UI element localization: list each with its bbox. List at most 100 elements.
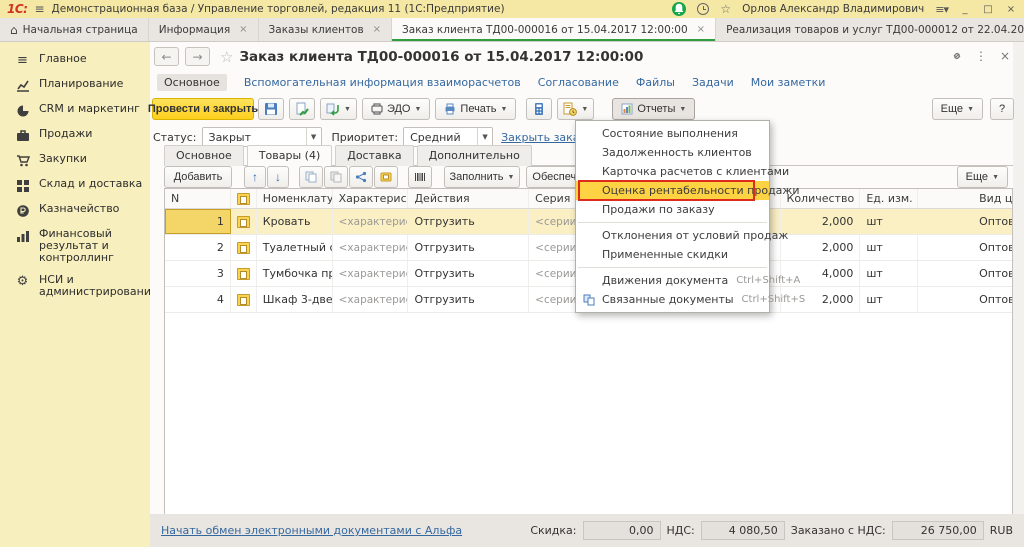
close-tab-icon[interactable]: × [373,24,381,35]
unit-cell[interactable]: шт [860,261,918,286]
calculator-button[interactable] [526,98,552,120]
barcode-scan-button[interactable] [408,166,432,188]
price-type-cell[interactable]: Оптовая [973,261,1012,286]
action-cell[interactable]: Отгрузить [408,261,529,286]
add-to-favorites-star-icon[interactable]: ☆ [220,48,233,66]
sidebar-item-finance[interactable]: Финансовый результат и контроллинг [0,223,150,269]
col-icon[interactable] [231,189,257,208]
post-and-close-button[interactable]: Провести и закрыть [152,98,254,120]
nav-link-approval[interactable]: Согласование [538,76,619,89]
sidebar-item-sales[interactable]: Продажи [0,123,150,148]
history-icon[interactable] [697,3,709,15]
reports-button[interactable]: Отчеты ▼ [612,98,695,120]
goods-selection-button[interactable] [374,166,398,188]
forward-button[interactable]: → [185,47,210,66]
qty-cell[interactable]: 2,000 [781,209,861,234]
sidebar-item-treasury[interactable]: Казначейство [0,198,150,223]
row-number-cell[interactable]: 4 [165,287,231,312]
nomenclature-cell[interactable]: Шкаф 3-дверный [257,287,333,312]
favorites-star-icon[interactable]: ☆ [720,2,731,16]
price-type-cell[interactable]: Оптовая [973,235,1012,260]
action-cell[interactable]: Отгрузить [408,287,529,312]
tab-main[interactable]: Основное [164,145,244,166]
sidebar-item-admin[interactable]: ⚙ НСИ и администрирование [0,269,150,303]
menu-item-document-movements[interactable]: Движения документа Ctrl+Shift+A [576,271,769,290]
document-journal-button[interactable]: ▼ [557,98,594,120]
characteristic-cell[interactable]: <характеристики ... [333,261,409,286]
more-button[interactable]: Еще ▼ [932,98,983,120]
tab-goods[interactable]: Товары (4) [247,145,332,167]
nomenclature-cell[interactable]: Туалетный столик [257,235,333,260]
sidebar-item-crm[interactable]: CRM и маркетинг [0,98,150,123]
service-menu-icon[interactable]: ≡▾ [935,3,948,16]
row-number-cell[interactable]: 2 [165,235,231,260]
print-button[interactable]: Печать ▼ [435,98,516,120]
create-based-on-button[interactable]: ▼ [320,98,357,120]
menu-item-customer-debt[interactable]: Задолженность клиентов [576,143,769,162]
qty-cell[interactable]: 2,000 [781,235,861,260]
status-combobox[interactable]: Закрыт ▼ [202,127,322,147]
menu-item-sales-by-order[interactable]: Продажи по заказу [576,200,769,219]
col-characteristic[interactable]: Характеристика [333,189,409,208]
characteristic-cell[interactable]: <характеристики ... [333,287,409,312]
share-rows-button[interactable] [349,166,373,188]
col-actions[interactable]: Действия [408,189,529,208]
unit-cell[interactable]: шт [860,209,918,234]
edi-exchange-link[interactable]: Начать обмен электронными документами с … [161,524,462,537]
nomenclature-cell[interactable]: Кровать [257,209,333,234]
tab-information[interactable]: Информация × [149,18,259,41]
save-button[interactable] [258,98,284,120]
col-unit[interactable]: Ед. изм. [860,189,918,208]
edo-button[interactable]: ЭДО ▼ [362,98,430,120]
move-down-button[interactable]: ↓ [267,166,289,188]
menu-item-related-documents[interactable]: Связанные документы Ctrl+Shift+S [576,290,769,309]
maximize-button[interactable]: □ [982,4,994,15]
duplicate-row-button[interactable] [324,166,348,188]
main-menu-icon[interactable]: ≡ [34,3,44,15]
close-form-icon[interactable]: × [1000,49,1010,63]
action-cell[interactable]: Отгрузить [408,209,529,234]
tab-home[interactable]: ⌂ Начальная страница [0,18,149,41]
post-document-button[interactable] [289,98,315,120]
nav-link-my-notes[interactable]: Мои заметки [751,76,826,89]
unit-cell[interactable]: шт [860,287,918,312]
copy-row-button[interactable] [299,166,323,188]
close-tab-icon[interactable]: × [239,24,247,35]
notifications-icon[interactable] [672,2,686,16]
chevron-down-icon[interactable]: ▼ [306,128,321,146]
minimize-button[interactable]: _ [959,4,971,15]
chevron-down-icon[interactable]: ▼ [477,128,492,146]
add-row-button[interactable]: Добавить [164,166,232,188]
col-nomenclature[interactable]: Номенклатура [257,189,333,208]
close-window-button[interactable]: × [1005,4,1017,15]
menu-item-execution-state[interactable]: Состояние выполнения [576,124,769,143]
menu-item-deviations[interactable]: Отклонения от условий продаж [576,226,769,245]
tab-customer-order-016[interactable]: Заказ клиента ТД00-000016 от 15.04.2017 … [392,18,716,41]
tab-sales-doc-012[interactable]: Реализация товаров и услуг ТД00-000012 о… [716,18,1024,41]
menu-item-applied-discounts[interactable]: Примененные скидки [576,245,769,264]
unit-cell[interactable]: шт [860,235,918,260]
get-link-icon[interactable] [950,50,962,62]
price-type-cell[interactable]: Оптовая [973,287,1012,312]
price-type-cell[interactable]: Оптовая [973,209,1012,234]
row-number-cell[interactable]: 1 [165,209,231,234]
menu-item-settlement-card[interactable]: Карточка расчетов с клиентами [576,162,769,181]
col-price-type[interactable]: Вид цены [973,189,1012,208]
menu-item-sales-profitability[interactable]: Оценка рентабельности продажи [576,181,769,200]
nav-link-main[interactable]: Основное [157,74,227,91]
row-number-cell[interactable]: 3 [165,261,231,286]
sidebar-item-warehouse[interactable]: Склад и доставка [0,173,150,198]
current-user-name[interactable]: Орлов Александр Владимирович [742,3,924,15]
tab-additional[interactable]: Дополнительно [417,145,532,166]
priority-combobox[interactable]: Средний ▼ [403,127,493,147]
nav-link-settlements-info[interactable]: Вспомогательная информация взаиморасчето… [244,76,521,89]
nav-link-tasks[interactable]: Задачи [692,76,734,89]
nav-link-files[interactable]: Файлы [636,76,675,89]
characteristic-cell[interactable]: <характеристики ... [333,235,409,260]
table-more-button[interactable]: Еще ▼ [957,166,1008,188]
sidebar-item-planning[interactable]: Планирование [0,73,150,98]
close-tab-icon[interactable]: × [697,24,705,35]
tab-customer-orders[interactable]: Заказы клиентов × [259,18,392,41]
sidebar-item-main[interactable]: ≡ Главное [0,48,150,73]
help-button[interactable]: ? [990,98,1014,120]
